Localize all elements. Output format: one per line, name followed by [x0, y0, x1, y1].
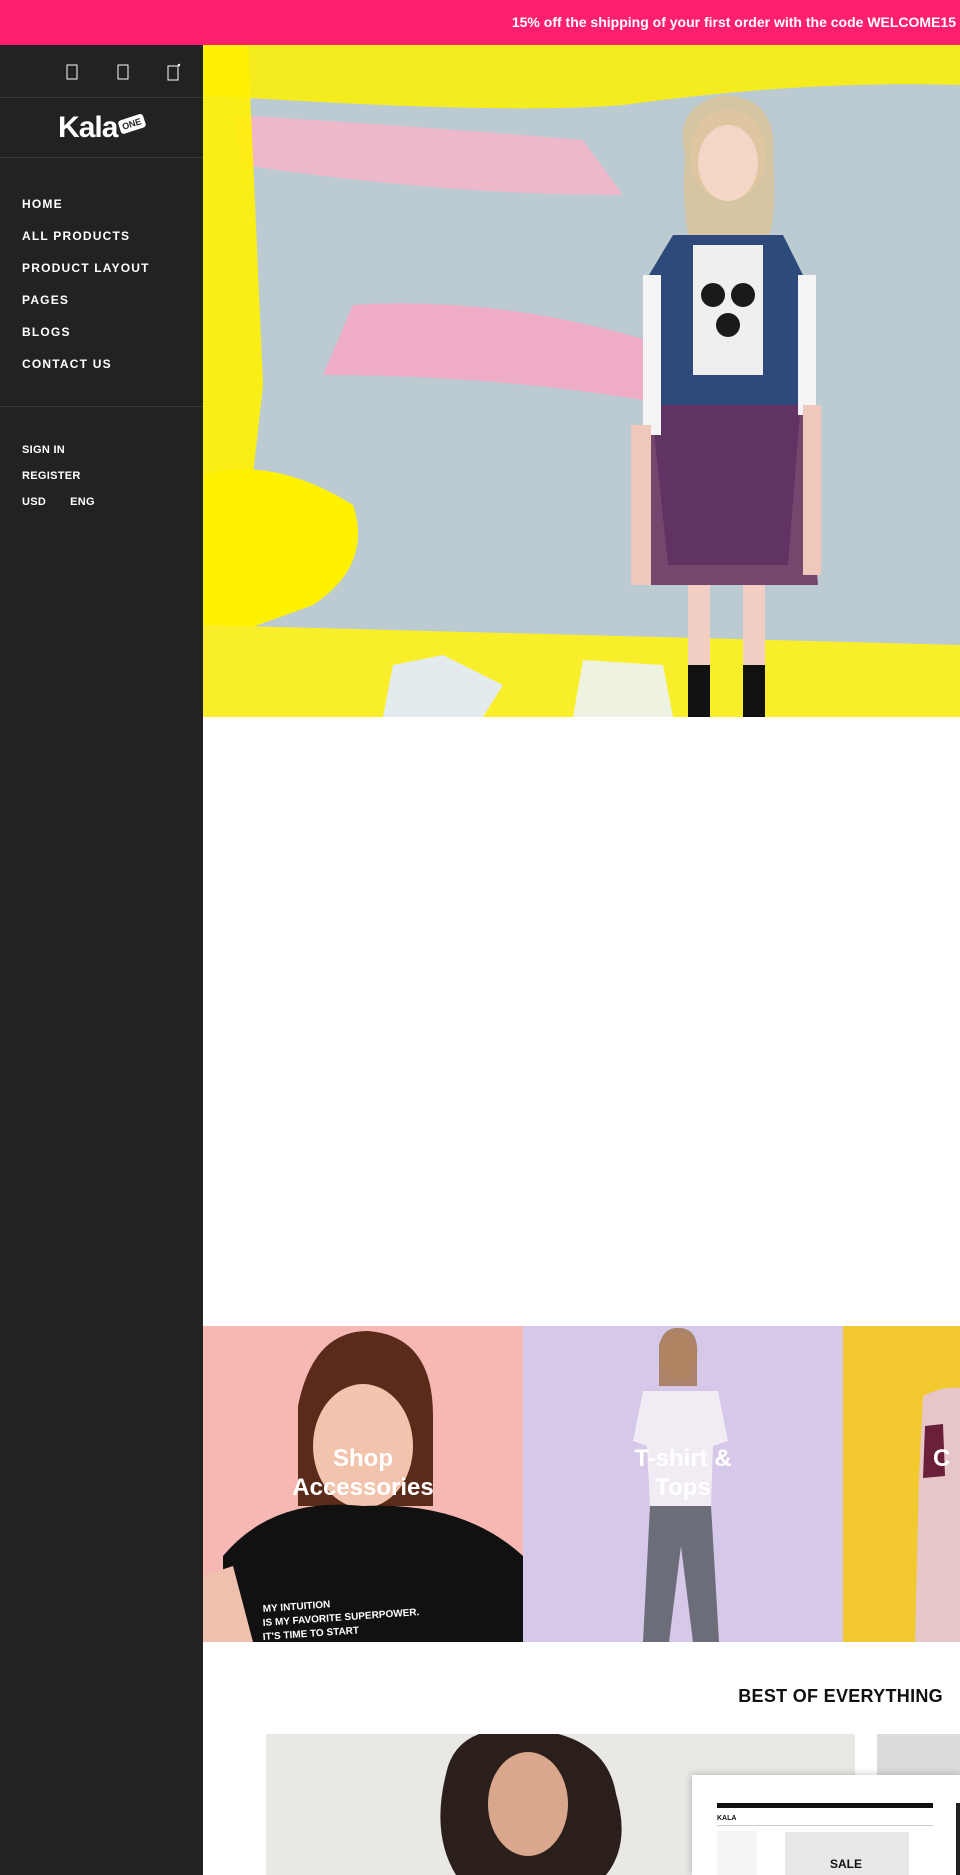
- nav-item-all-products[interactable]: ALL PRODUCTS: [22, 220, 203, 252]
- user-icon[interactable]: [113, 62, 133, 82]
- preview-announce-bar: [717, 1803, 933, 1808]
- announcement-bar: 15% off the shipping of your first order…: [0, 0, 960, 45]
- register-link[interactable]: REGISTER: [22, 463, 203, 489]
- collections-row: MY INTUITION IS MY FAVORITE SUPERPOWER. …: [203, 1326, 960, 1642]
- theme-preview-card[interactable]: KALA SALE: [692, 1775, 960, 1875]
- logo-badge: ONE: [117, 112, 147, 135]
- cart-icon[interactable]: [164, 62, 184, 82]
- section-title-best: BEST OF EVERYTHING: [738, 1686, 943, 1706]
- currency-selector[interactable]: USD: [22, 489, 46, 515]
- preview-sidebar: [717, 1831, 757, 1875]
- preview-sale-label: SALE: [830, 1857, 863, 1871]
- logo-text: Kala: [58, 110, 118, 144]
- collection-tshirts-title: T-shirt & Tops: [523, 1444, 843, 1502]
- collection-accessories[interactable]: MY INTUITION IS MY FAVORITE SUPERPOWER. …: [203, 1326, 523, 1642]
- collection-third-title: C: [933, 1445, 951, 1472]
- logo[interactable]: Kala ONE: [0, 98, 203, 158]
- collection-accessories-title: Shop Accessories: [203, 1444, 523, 1502]
- nav-item-product-layout[interactable]: PRODUCT LAYOUT: [22, 252, 203, 284]
- language-selector[interactable]: ENG: [70, 489, 95, 515]
- collection-tshirts-title-line-2: Tops: [655, 1474, 711, 1501]
- collection-third[interactable]: C: [843, 1326, 960, 1642]
- sign-in-link[interactable]: SIGN IN: [22, 437, 203, 463]
- account-links: SIGN IN REGISTER USD ENG: [0, 407, 203, 515]
- nav-item-home[interactable]: HOME: [22, 188, 203, 220]
- collection-tshirts[interactable]: T-shirt & Tops: [523, 1326, 843, 1642]
- collection-tshirts-title-line-1: T-shirt &: [634, 1445, 732, 1472]
- preview-divider: [717, 1825, 933, 1826]
- search-icon[interactable]: [62, 62, 82, 82]
- announcement-text: 15% off the shipping of your first order…: [511, 14, 956, 30]
- sidebar-icon-row: [0, 45, 203, 98]
- sidebar: Kala ONE HOME ALL PRODUCTS PRODUCT LAYOU…: [0, 45, 203, 1875]
- preview-logo: KALA: [717, 1815, 737, 1822]
- collection-third-image: [915, 1387, 960, 1642]
- collection-accessories-title-line-1: Shop: [333, 1445, 393, 1472]
- main-nav: HOME ALL PRODUCTS PRODUCT LAYOUT PAGES B…: [0, 158, 203, 407]
- hero-image: [203, 45, 960, 717]
- preview-edge: [956, 1803, 960, 1875]
- locale-row: USD ENG: [22, 489, 203, 515]
- nav-item-blogs[interactable]: BLOGS: [22, 316, 203, 348]
- nav-item-contact-us[interactable]: CONTACT US: [22, 348, 203, 380]
- page: 15% off the shipping of your first order…: [0, 0, 960, 1875]
- hero-banner[interactable]: [203, 45, 960, 717]
- nav-item-pages[interactable]: PAGES: [22, 284, 203, 316]
- collection-accessories-title-line-2: Accessories: [292, 1474, 434, 1501]
